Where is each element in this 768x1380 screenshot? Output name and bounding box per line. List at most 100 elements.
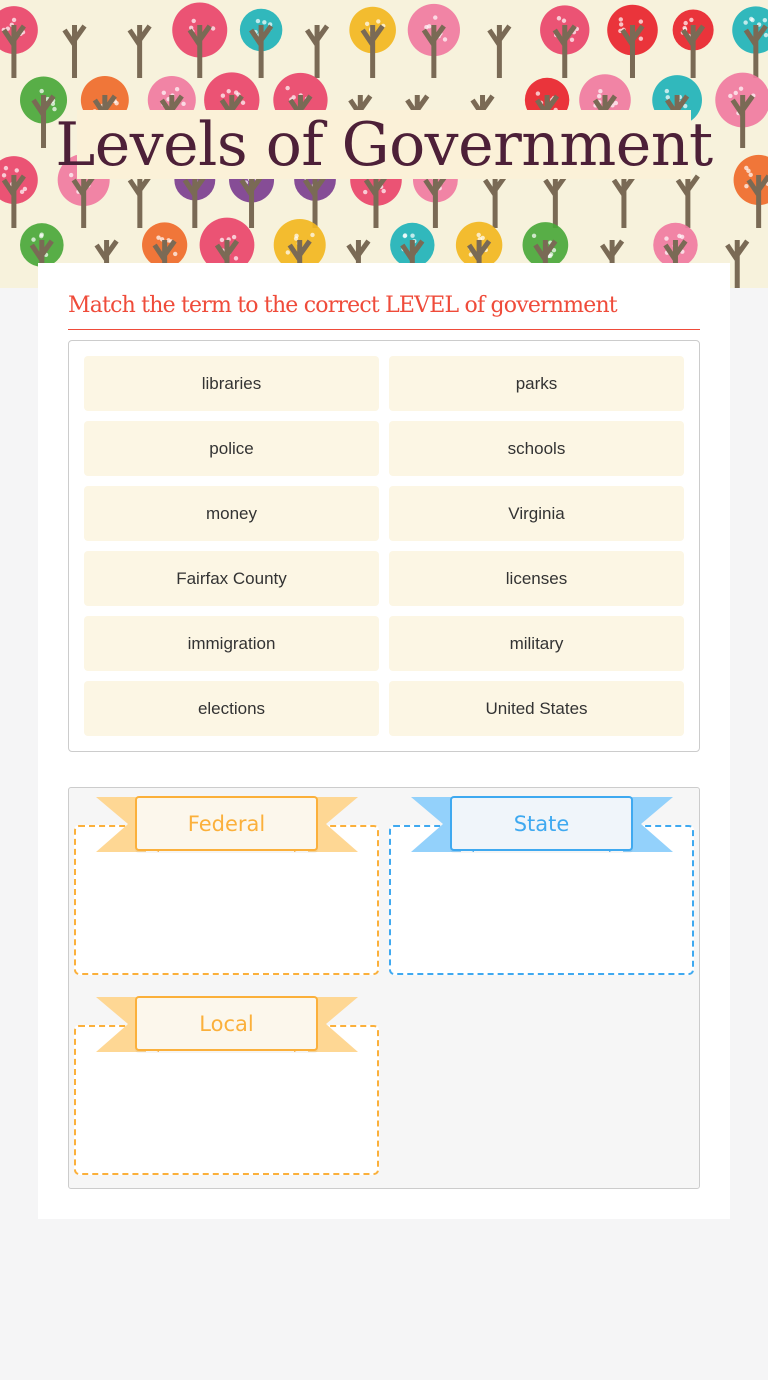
polka-dot bbox=[364, 21, 370, 27]
polka-dot bbox=[748, 172, 753, 178]
polka-dot bbox=[476, 232, 481, 238]
tree-trunk bbox=[182, 174, 207, 228]
drop-zone-federal[interactable]: Federal bbox=[69, 788, 379, 975]
tree-trunk bbox=[483, 174, 508, 228]
tree-trunk bbox=[423, 174, 448, 228]
polka-dot bbox=[677, 233, 682, 239]
polka-dot bbox=[285, 250, 291, 255]
page-title: Levels of Government bbox=[55, 109, 713, 180]
polka-dot bbox=[744, 183, 749, 189]
category-label: State bbox=[450, 796, 633, 851]
polka-dot bbox=[531, 233, 537, 238]
tree-trunk bbox=[675, 174, 700, 228]
tree-trunk bbox=[62, 24, 87, 78]
polka-dot bbox=[556, 16, 562, 21]
draggable-term[interactable]: United States bbox=[389, 681, 684, 736]
polka-dot bbox=[114, 101, 119, 106]
polka-dot bbox=[191, 18, 196, 24]
draggable-term[interactable]: police bbox=[84, 421, 379, 476]
polka-dot bbox=[424, 25, 429, 30]
tree-trunk bbox=[304, 24, 330, 78]
polka-dot bbox=[763, 32, 768, 38]
polka-dot bbox=[181, 101, 186, 107]
tree-trunk bbox=[487, 24, 512, 78]
tree-trunk bbox=[725, 239, 750, 288]
polka-dot bbox=[638, 19, 644, 24]
draggable-term[interactable]: Virginia bbox=[389, 486, 684, 541]
polka-dot bbox=[31, 237, 36, 242]
polka-dot bbox=[231, 234, 237, 240]
polka-dot bbox=[376, 19, 381, 24]
polka-dot bbox=[442, 37, 448, 42]
draggable-term[interactable]: immigration bbox=[84, 616, 379, 671]
polka-dot bbox=[255, 18, 261, 24]
polka-dot bbox=[39, 232, 44, 237]
categories-area: Federal State Local bbox=[68, 787, 700, 1189]
category-label: Federal bbox=[135, 796, 318, 851]
draggable-term[interactable]: Fairfax County bbox=[84, 551, 379, 606]
polka-dot bbox=[749, 16, 754, 22]
polka-dot bbox=[220, 93, 226, 98]
polka-dot bbox=[210, 26, 216, 31]
tree-trunk bbox=[249, 24, 274, 78]
drop-zone-local[interactable]: Local bbox=[69, 988, 379, 1175]
polka-dot bbox=[664, 236, 669, 241]
polka-dot bbox=[744, 165, 749, 171]
polka-dot bbox=[174, 87, 180, 92]
polka-dot bbox=[402, 233, 408, 239]
tree-trunk bbox=[239, 174, 264, 228]
draggable-term[interactable]: schools bbox=[389, 421, 684, 476]
polka-dot bbox=[618, 17, 623, 22]
polka-dot bbox=[480, 235, 485, 241]
polka-dot bbox=[598, 89, 603, 94]
polka-dot bbox=[39, 88, 44, 94]
draggable-term[interactable]: libraries bbox=[84, 356, 379, 411]
draggable-term[interactable]: military bbox=[389, 616, 684, 671]
polka-dot bbox=[535, 91, 541, 96]
polka-dot bbox=[363, 189, 368, 195]
polka-dot bbox=[226, 89, 231, 94]
tree-trunk bbox=[127, 174, 152, 228]
polka-dot bbox=[638, 36, 644, 41]
polka-dot bbox=[173, 251, 178, 257]
polka-dot bbox=[689, 17, 694, 23]
polka-dot bbox=[310, 232, 315, 238]
polka-dot bbox=[433, 15, 438, 20]
polka-dot bbox=[262, 20, 267, 25]
polka-dot bbox=[1, 173, 7, 178]
tree-trunk bbox=[681, 24, 706, 78]
tree-trunk bbox=[611, 174, 636, 228]
polka-dot bbox=[19, 189, 25, 195]
draggable-term[interactable]: elections bbox=[84, 681, 379, 736]
polka-dot bbox=[738, 86, 744, 91]
word-bank: libraries parks police schools money Vir… bbox=[68, 340, 700, 752]
tree-trunk bbox=[302, 174, 328, 228]
header-banner: Levels of Government bbox=[0, 0, 768, 288]
polka-dot bbox=[664, 88, 670, 94]
polka-dot bbox=[569, 37, 575, 42]
worksheet-card: Match the term to the correct LEVEL of g… bbox=[38, 263, 730, 1219]
polka-dot bbox=[410, 233, 415, 238]
draggable-term[interactable]: parks bbox=[389, 356, 684, 411]
polka-dot bbox=[14, 168, 19, 173]
tree-trunk bbox=[543, 174, 568, 228]
draggable-term[interactable]: money bbox=[84, 486, 379, 541]
polka-dot bbox=[11, 17, 17, 23]
polka-dot bbox=[618, 22, 624, 27]
polka-dot bbox=[762, 17, 768, 23]
polka-dot bbox=[733, 90, 738, 96]
polka-dot bbox=[561, 18, 567, 23]
polka-dot bbox=[381, 188, 386, 194]
polka-dot bbox=[728, 93, 733, 99]
polka-dot bbox=[161, 90, 167, 95]
drop-zone-state[interactable]: State bbox=[384, 788, 694, 975]
polka-dot bbox=[219, 237, 225, 243]
tree-trunk bbox=[127, 24, 152, 78]
polka-dot bbox=[3, 165, 9, 171]
category-label: Local bbox=[135, 996, 318, 1051]
draggable-term[interactable]: licenses bbox=[389, 551, 684, 606]
instructions-heading: Match the term to the correct LEVEL of g… bbox=[68, 289, 700, 330]
polka-dot bbox=[683, 20, 688, 26]
polka-dot bbox=[240, 100, 246, 105]
title-box: Levels of Government bbox=[55, 110, 713, 179]
